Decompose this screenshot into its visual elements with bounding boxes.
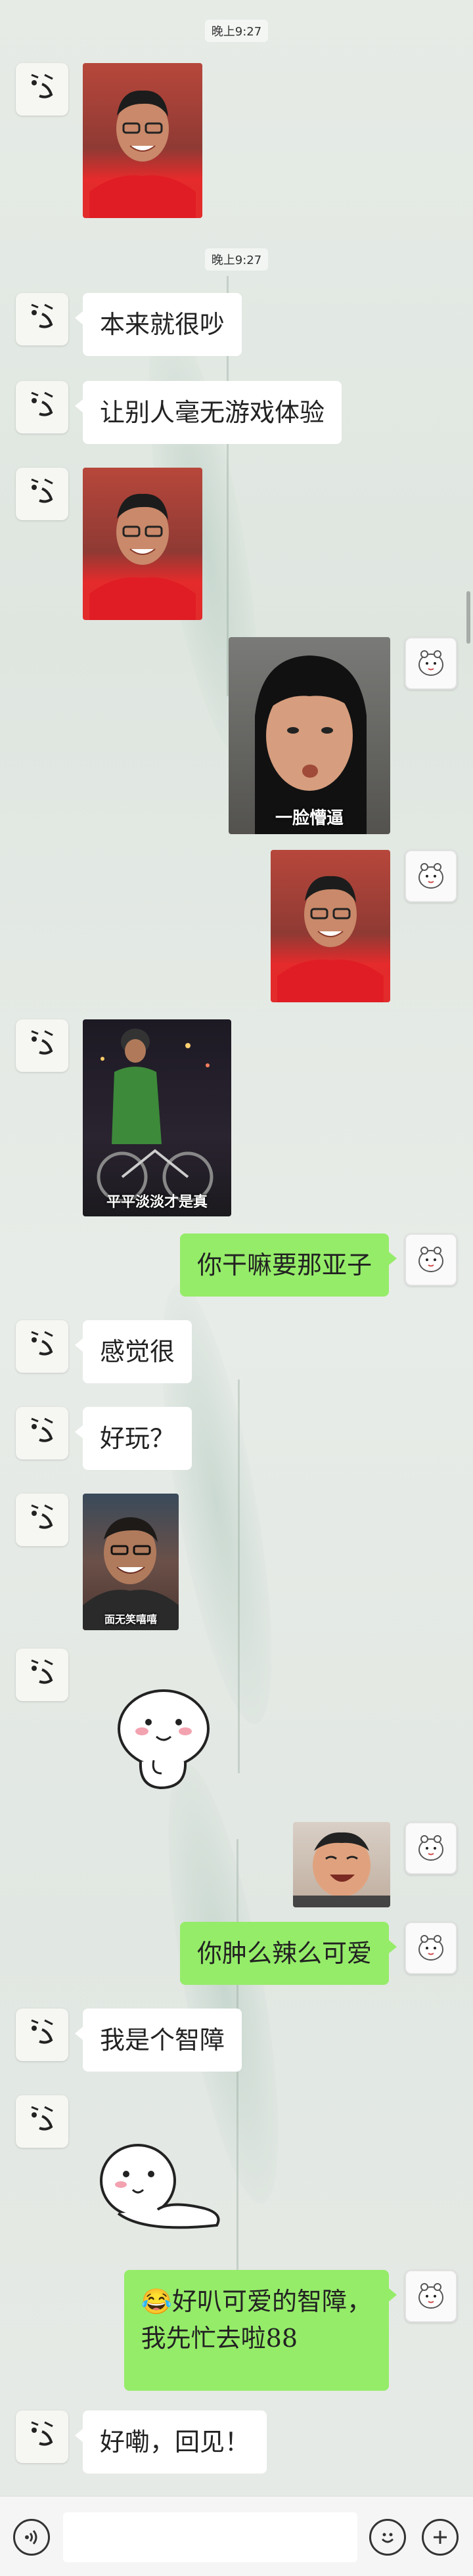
sticker-face-avatar-icon <box>31 74 53 99</box>
sticker-face-avatar-icon <box>31 1504 53 1529</box>
sticker-face-avatar-icon <box>31 2421 53 2446</box>
chat-bubble-friend[interactable]: 让别人毫无游戏体验 <box>74 381 342 444</box>
cartoon-bear-avatar-icon <box>418 650 443 676</box>
friend-avatar[interactable] <box>16 293 68 345</box>
timestamp: 晚上9:27 <box>0 248 473 271</box>
photo-message[interactable] <box>271 850 390 1002</box>
photo-caption: 面无笑嘻嘻 <box>104 1613 157 1626</box>
chat-bubble-friend[interactable]: 我是个智障 <box>74 2009 242 2072</box>
photo-message[interactable]: 一脸懵逼 <box>229 637 390 834</box>
cartoon-bear-avatar-icon <box>418 2283 443 2309</box>
chat-bubble-mine[interactable]: 😂好叭可爱的智障， 我先忙去啦88 <box>124 2270 397 2391</box>
sticker-face-avatar-icon <box>31 1659 53 1684</box>
voice-button[interactable] <box>13 2519 50 2556</box>
sticker-face-avatar-icon <box>31 1331 53 1356</box>
cyclist-photo <box>97 1029 214 1203</box>
photo-message[interactable]: 面无笑嘻嘻 <box>83 1494 179 1630</box>
plus-button[interactable] <box>422 2519 459 2556</box>
friend-avatar[interactable] <box>16 2410 68 2463</box>
my-avatar[interactable] <box>405 1233 457 1286</box>
emoji-icon <box>381 2533 394 2543</box>
sticker-face-avatar-icon <box>31 303 53 328</box>
friend-avatar[interactable] <box>16 63 68 116</box>
friend-avatar[interactable] <box>16 1407 68 1459</box>
cartoon-bear-avatar-icon <box>418 1247 443 1272</box>
timestamp-label: 晚上9:27 <box>204 20 269 42</box>
my-avatar[interactable] <box>405 2270 457 2322</box>
my-avatar[interactable] <box>405 1922 457 1974</box>
my-avatar[interactable] <box>405 637 457 690</box>
my-avatar[interactable] <box>405 1822 457 1875</box>
voice-icon <box>25 2530 37 2544</box>
friend-avatar[interactable] <box>16 2095 68 2148</box>
sticker-face-avatar-icon <box>31 2019 53 2044</box>
friend-avatar[interactable] <box>16 468 68 520</box>
background-stem <box>238 1379 240 1773</box>
photo-caption: 一脸懵逼 <box>275 809 344 828</box>
laughing-kid-photo <box>293 1832 390 1907</box>
my-avatar[interactable] <box>405 850 457 902</box>
chat-bubble-mine[interactable]: 你干嘛要那亚子 <box>179 1233 397 1297</box>
chat-bubble-mine[interactable]: 你肿么辣么可爱 <box>179 1922 397 1985</box>
timestamp-label: 晚上9:27 <box>204 248 269 271</box>
friend-avatar[interactable] <box>16 2009 68 2061</box>
scrollbar[interactable] <box>466 591 470 644</box>
sticker-face-avatar-icon <box>31 2106 53 2131</box>
emoji-button[interactable] <box>369 2519 406 2556</box>
cartoon-bear-avatar-icon <box>418 1935 443 1961</box>
photo-message[interactable]: 平平淡淡才是真 <box>83 1019 231 1216</box>
smiling-man-photo <box>89 493 196 620</box>
smiling-man-photo <box>277 876 384 1002</box>
chat-bubble-friend[interactable]: 感觉很 <box>74 1320 192 1383</box>
timestamp: 晚上9:27 <box>0 20 473 42</box>
cartoon-bear-avatar-icon <box>418 863 443 889</box>
photo-message[interactable] <box>83 468 202 620</box>
friend-avatar[interactable] <box>16 1649 68 1701</box>
friend-avatar[interactable] <box>16 381 68 433</box>
chat-bubble-friend[interactable]: 好嘞，回见！ <box>74 2410 267 2474</box>
friend-avatar[interactable] <box>16 1019 68 1072</box>
photo-message[interactable] <box>83 63 202 218</box>
grinning-man-photo <box>83 1517 179 1630</box>
smiling-man-photo <box>89 90 196 218</box>
friend-avatar[interactable] <box>16 1320 68 1373</box>
chat-bubble-friend[interactable]: 本来就很吵 <box>74 293 242 356</box>
input-toolbar <box>0 2496 473 2576</box>
friend-avatar[interactable] <box>16 1494 68 1546</box>
sticker-face-avatar-icon <box>31 1030 53 1055</box>
chat-bubble-friend[interactable]: 好玩？ <box>74 1407 192 1470</box>
sticker-face-avatar-icon <box>31 391 53 416</box>
lying-blob-sticker[interactable] <box>92 2135 230 2240</box>
plus-icon <box>434 2531 447 2544</box>
shy-blob-sticker[interactable] <box>108 1681 219 1793</box>
sticker-face-avatar-icon <box>31 1417 53 1442</box>
sticker-face-avatar-icon <box>31 478 53 503</box>
photo-message[interactable] <box>293 1822 390 1907</box>
photo-caption: 平平淡淡才是真 <box>106 1194 208 1210</box>
cartoon-bear-avatar-icon <box>418 1835 443 1861</box>
message-input[interactable] <box>63 2512 357 2562</box>
